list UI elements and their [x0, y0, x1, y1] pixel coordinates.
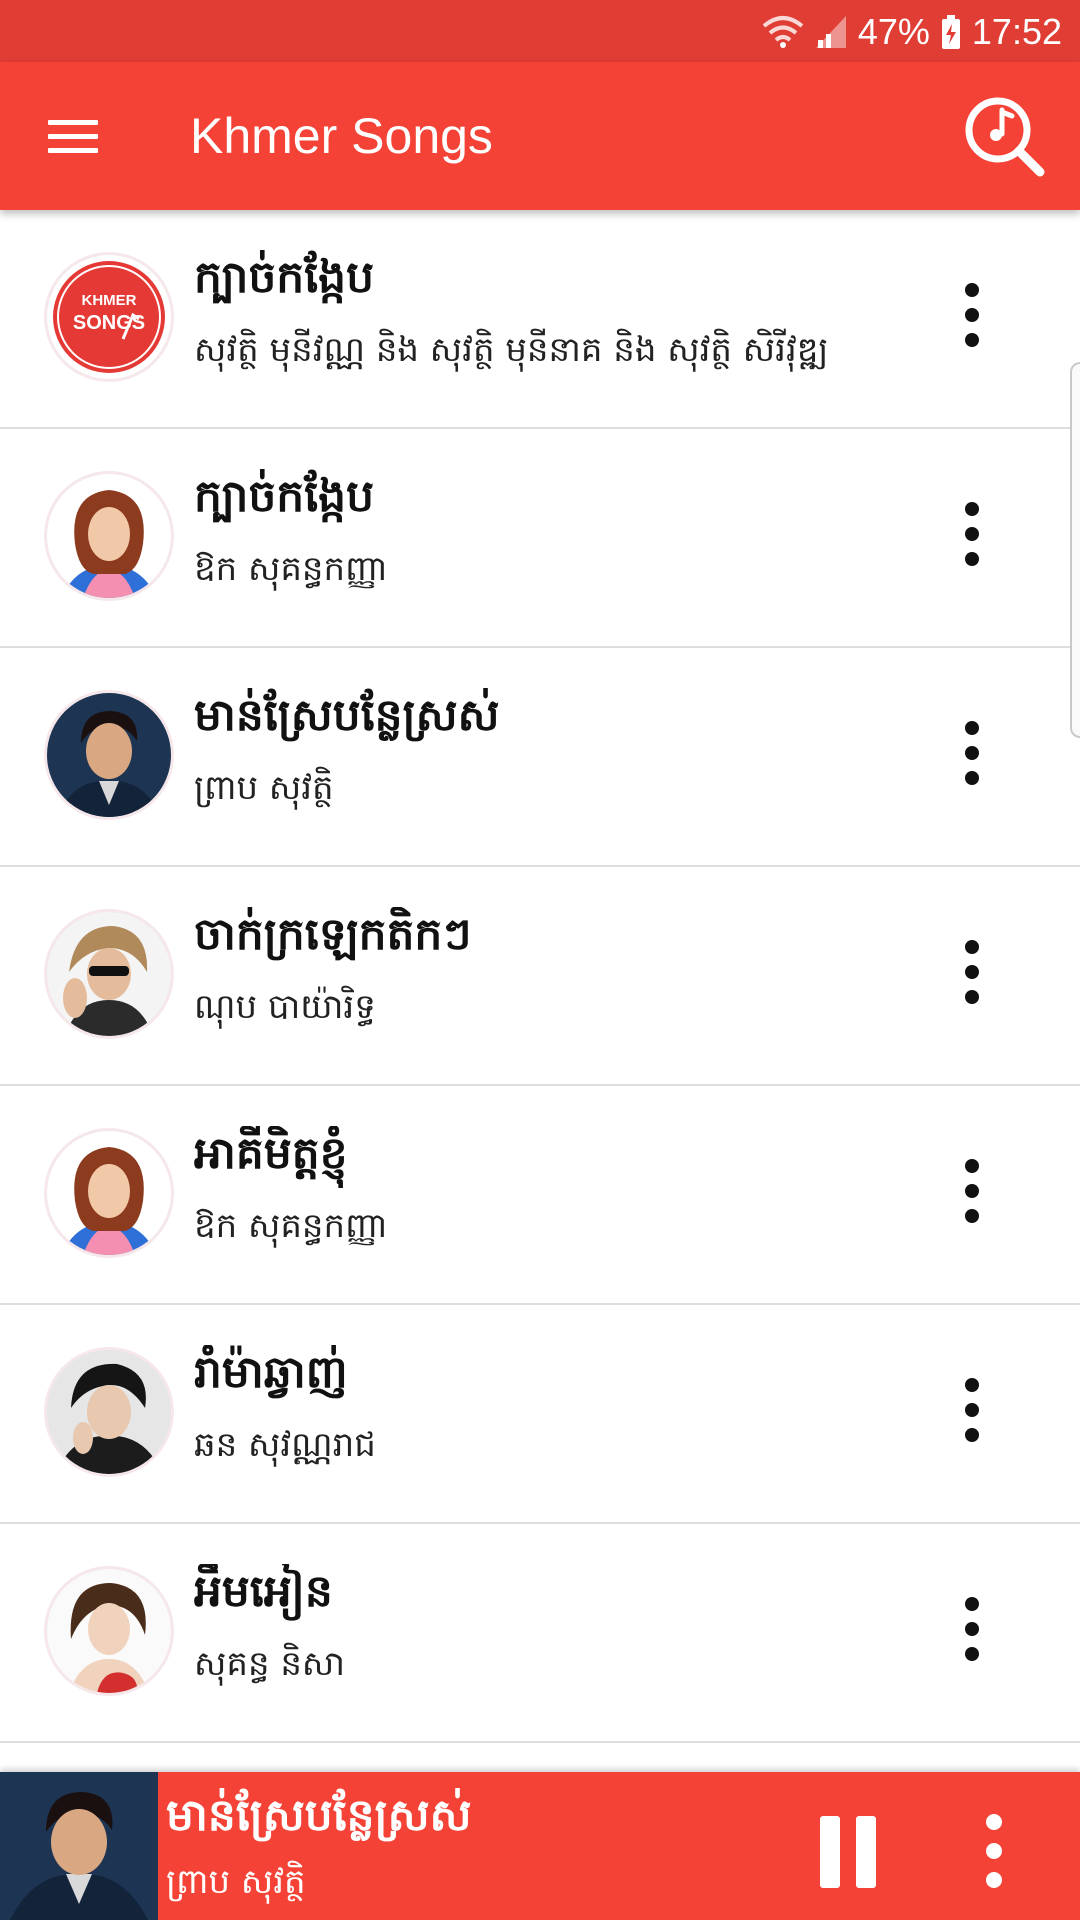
- svg-text:KHMER: KHMER: [82, 292, 137, 309]
- song-artist: ឆន សុវណ្ណរាជ: [194, 1425, 376, 1465]
- more-vert-icon[interactable]: [942, 489, 1002, 589]
- song-row[interactable]: រាំម៉ាឆ្វាញ់ ឆន សុវណ្ណរាជ: [0, 1305, 1080, 1524]
- artist-avatar: [44, 690, 174, 820]
- now-playing-title: មាន់ស្រែបន្លែស្រស់: [166, 1790, 472, 1841]
- app-title: Khmer Songs: [190, 108, 493, 164]
- song-title: ក្បាច់កង្កែប: [194, 252, 375, 303]
- more-vert-icon[interactable]: [974, 1808, 1014, 1894]
- song-row[interactable]: អឹមអៀន សុគន្ធ និសា: [0, 1524, 1080, 1743]
- song-artist: ឱក សុគន្ធកញ្ញា: [194, 1206, 388, 1246]
- search-icon[interactable]: [962, 94, 1048, 180]
- more-vert-icon[interactable]: [942, 270, 1002, 370]
- now-playing-bar[interactable]: មាន់ស្រែបន្លែស្រស់ ព្រាប សុវត្ថិ: [0, 1772, 1080, 1920]
- status-bar: 47% 17:52: [0, 0, 1080, 62]
- battery-charging-icon: [940, 14, 962, 50]
- wifi-icon: [762, 14, 804, 50]
- song-list: KHMER SONGS ក្បាច់កង្កែប សុវត្ថិ មុនីវណ្…: [0, 210, 1080, 1743]
- song-title: រាំម៉ាឆ្វាញ់: [194, 1347, 348, 1398]
- song-row[interactable]: មាន់ស្រែបន្លែស្រស់ ព្រាប សុវត្ថិ: [0, 648, 1080, 867]
- song-row[interactable]: ក្បាច់កង្កែប ឱក សុគន្ធកញ្ញា: [0, 429, 1080, 648]
- song-artist: ណុប បាយ៉ារិទ្ធ: [194, 987, 376, 1027]
- song-artist: សុគន្ធ និសា: [194, 1644, 346, 1684]
- pause-icon[interactable]: [816, 1814, 880, 1890]
- artist-avatar: [44, 909, 174, 1039]
- song-title: អឹមអៀន: [194, 1566, 333, 1617]
- battery-percent: 47%: [857, 11, 930, 52]
- song-title: មាន់ស្រែបន្លែស្រស់: [194, 690, 500, 741]
- more-vert-icon[interactable]: [942, 1365, 1002, 1465]
- artist-avatar: [44, 1566, 174, 1696]
- song-title: ក្បាច់កង្កែប: [194, 471, 375, 522]
- now-playing-cover: [0, 1772, 158, 1920]
- song-row[interactable]: KHMER SONGS ក្បាច់កង្កែប សុវត្ថិ មុនីវណ្…: [0, 210, 1080, 429]
- more-vert-icon[interactable]: [942, 1146, 1002, 1246]
- song-artist: ឱក សុគន្ធកញ្ញា: [194, 549, 388, 589]
- artist-avatar: [44, 471, 174, 601]
- song-artist: សុវត្ថិ មុនីវណ្ណ និង សុវត្ថិ មុនីនាគ និង…: [194, 330, 829, 370]
- status-icons: 47% 17:52: [762, 10, 1062, 54]
- artist-avatar: [44, 1347, 174, 1477]
- song-row[interactable]: ចាក់ក្រឡេកតិកៗ ណុប បាយ៉ារិទ្ធ: [0, 867, 1080, 1086]
- song-row[interactable]: អាគីមិត្តខ្ញុំ ឱក សុគន្ធកញ្ញា: [0, 1086, 1080, 1305]
- khmer-songs-logo-avatar: KHMER SONGS: [44, 252, 174, 382]
- app-bar: Khmer Songs: [0, 62, 1080, 210]
- signal-icon: [814, 14, 848, 50]
- edge-panel-handle[interactable]: [1070, 362, 1080, 738]
- hamburger-menu-icon[interactable]: [34, 106, 114, 166]
- now-playing-artist: ព្រាប សុវត្ថិ: [166, 1862, 306, 1902]
- more-vert-icon[interactable]: [942, 1584, 1002, 1684]
- clock: 17:52: [971, 11, 1062, 52]
- song-title: អាគីមិត្តខ្ញុំ: [194, 1128, 348, 1179]
- more-vert-icon[interactable]: [942, 708, 1002, 808]
- song-artist: ព្រាប សុវត្ថិ: [194, 768, 334, 808]
- song-title: ចាក់ក្រឡេកតិកៗ: [194, 909, 472, 960]
- artist-avatar: [44, 1128, 174, 1258]
- more-vert-icon[interactable]: [942, 927, 1002, 1027]
